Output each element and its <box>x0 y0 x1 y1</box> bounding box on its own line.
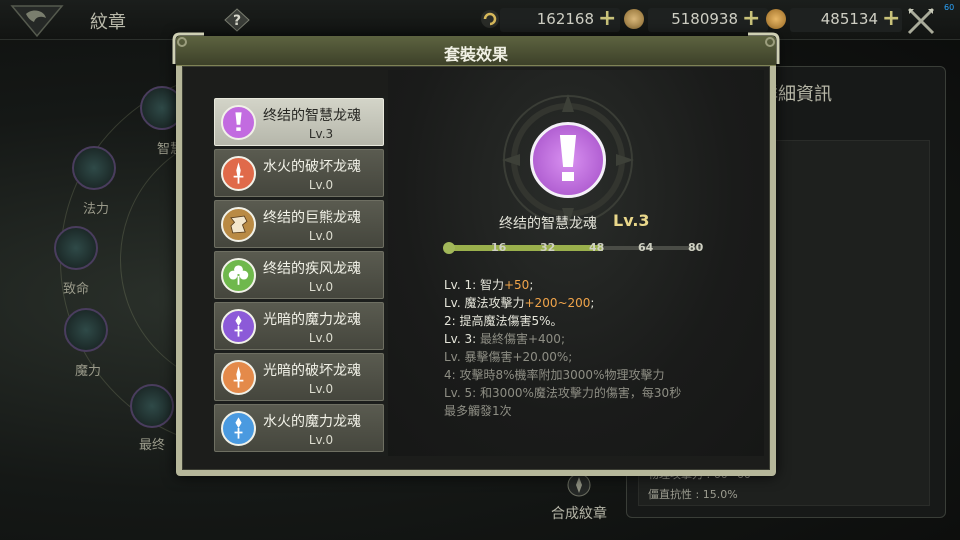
exclamation-icon <box>559 135 577 181</box>
set-level: Lv.0 <box>308 178 334 192</box>
corner-ornament-icon <box>172 32 204 64</box>
add-currency-button[interactable]: + <box>598 8 616 30</box>
set-list-item[interactable]: 终结的巨熊龙魂 Lv.0 <box>214 200 384 248</box>
effect-text: 最終傷害+400; <box>479 332 565 346</box>
refresh-currency-icon <box>481 10 499 28</box>
staff-icon <box>221 309 256 344</box>
currency-value: 162168 <box>536 10 594 28</box>
effect-line: Lv. 1: 智力+50; <box>444 278 534 292</box>
clover-icon <box>221 258 256 293</box>
set-list-item[interactable]: 水火的魔力龙魂 Lv.0 <box>214 404 384 452</box>
detail-stat: 僵直抗性 : 15.0% <box>648 488 738 501</box>
medal-label: 最终 <box>138 438 165 453</box>
progress-tick: 16 <box>491 241 507 254</box>
set-name: 终结的疾风龙魂 <box>263 261 361 277</box>
bear-icon <box>221 207 256 242</box>
crossed-swords-close-icon[interactable] <box>904 4 938 38</box>
progress-tick: 32 <box>540 241 556 254</box>
selected-set-level: Lv.3 <box>613 211 650 230</box>
set-list-item[interactable]: 光暗的魔力龙魂 Lv.0 <box>214 302 384 350</box>
progress-tick: 48 <box>589 241 605 254</box>
medal-slot[interactable] <box>130 384 174 428</box>
exclamation-icon <box>221 105 256 140</box>
page-title: 紋章 <box>90 12 126 33</box>
set-level: Lv.0 <box>308 382 334 396</box>
dragon-emblem-icon <box>10 5 64 38</box>
effect-line: Lv. 魔法攻擊力+200~200; <box>444 296 595 310</box>
effect-line: Lv. 5: 和3000%魔法攻擊力的傷害，每30秒 <box>444 386 682 400</box>
set-name: 终结的智慧龙魂 <box>263 108 361 124</box>
sword-icon <box>221 156 256 191</box>
progress-tick: 64 <box>638 241 654 254</box>
set-name: 终结的巨熊龙魂 <box>263 210 361 226</box>
set-name: 光暗的魔力龙魂 <box>263 312 361 328</box>
set-level: Lv.0 <box>308 433 334 447</box>
selected-set-name: 终结的智慧龙魂 <box>499 216 597 232</box>
set-list-item[interactable]: 光暗的破坏龙魂 Lv.0 <box>214 353 384 401</box>
medal-slot[interactable] <box>64 308 108 352</box>
top-bar: 紋章 ? 162168 + 5180938 + 485134 + 60 <box>0 0 960 40</box>
set-level: Lv.3 <box>308 127 334 141</box>
add-currency-button[interactable]: + <box>882 8 900 30</box>
help-icon[interactable]: ? <box>224 8 250 32</box>
set-level: Lv.0 <box>308 280 334 294</box>
set-name: 光暗的破坏龙魂 <box>263 363 361 379</box>
gold-coin-icon <box>766 9 786 29</box>
effect-line: 4: 攻擊時8%機率附加3000%物理攻擊力 <box>444 368 665 382</box>
staff-icon <box>221 411 256 446</box>
currency-value: 5180938 <box>671 10 738 28</box>
effect-line: Lv. 3: 最終傷害+400; <box>444 332 565 346</box>
progress-start-knob <box>443 242 455 254</box>
set-list-item[interactable]: 水火的破坏龙魂 Lv.0 <box>214 149 384 197</box>
set-level: Lv.0 <box>308 331 334 345</box>
set-name: 水火的破坏龙魂 <box>263 159 361 175</box>
medal-label: 魔力 <box>74 364 101 379</box>
add-currency-button[interactable]: + <box>742 8 760 30</box>
svg-text:?: ? <box>233 13 241 29</box>
dialog-header: 套裝效果 <box>176 36 776 66</box>
medal-label: 致命 <box>62 282 89 297</box>
sword-icon <box>221 360 256 395</box>
set-list-item[interactable]: 终结的智慧龙魂 Lv.3 <box>214 98 384 146</box>
effect-line: 2: 提高魔法傷害5%。 <box>444 314 563 328</box>
corner-ornament-icon <box>748 32 780 64</box>
progress-tick: 80 <box>688 241 704 254</box>
set-list-item[interactable]: 终结的疾风龙魂 Lv.0 <box>214 251 384 299</box>
compose-emblem-button[interactable]: 合成紋章 <box>551 503 607 523</box>
bronze-coin-icon <box>624 9 644 29</box>
medal-slot[interactable] <box>72 146 116 190</box>
set-level: Lv.0 <box>308 229 334 243</box>
medal-slot[interactable] <box>54 226 98 270</box>
progress-fill <box>448 245 603 251</box>
medal-label: 法力 <box>82 202 109 217</box>
fps-counter: 60 <box>944 3 955 12</box>
dialog-title: 套裝效果 <box>443 45 508 64</box>
set-name: 水火的魔力龙魂 <box>263 414 361 430</box>
selected-set-emblem <box>530 122 606 198</box>
currency-value: 485134 <box>820 10 878 28</box>
effect-line: Lv. 暴擊傷害+20.00%; <box>444 350 573 364</box>
effect-line: 最多觸發1次 <box>444 404 512 418</box>
